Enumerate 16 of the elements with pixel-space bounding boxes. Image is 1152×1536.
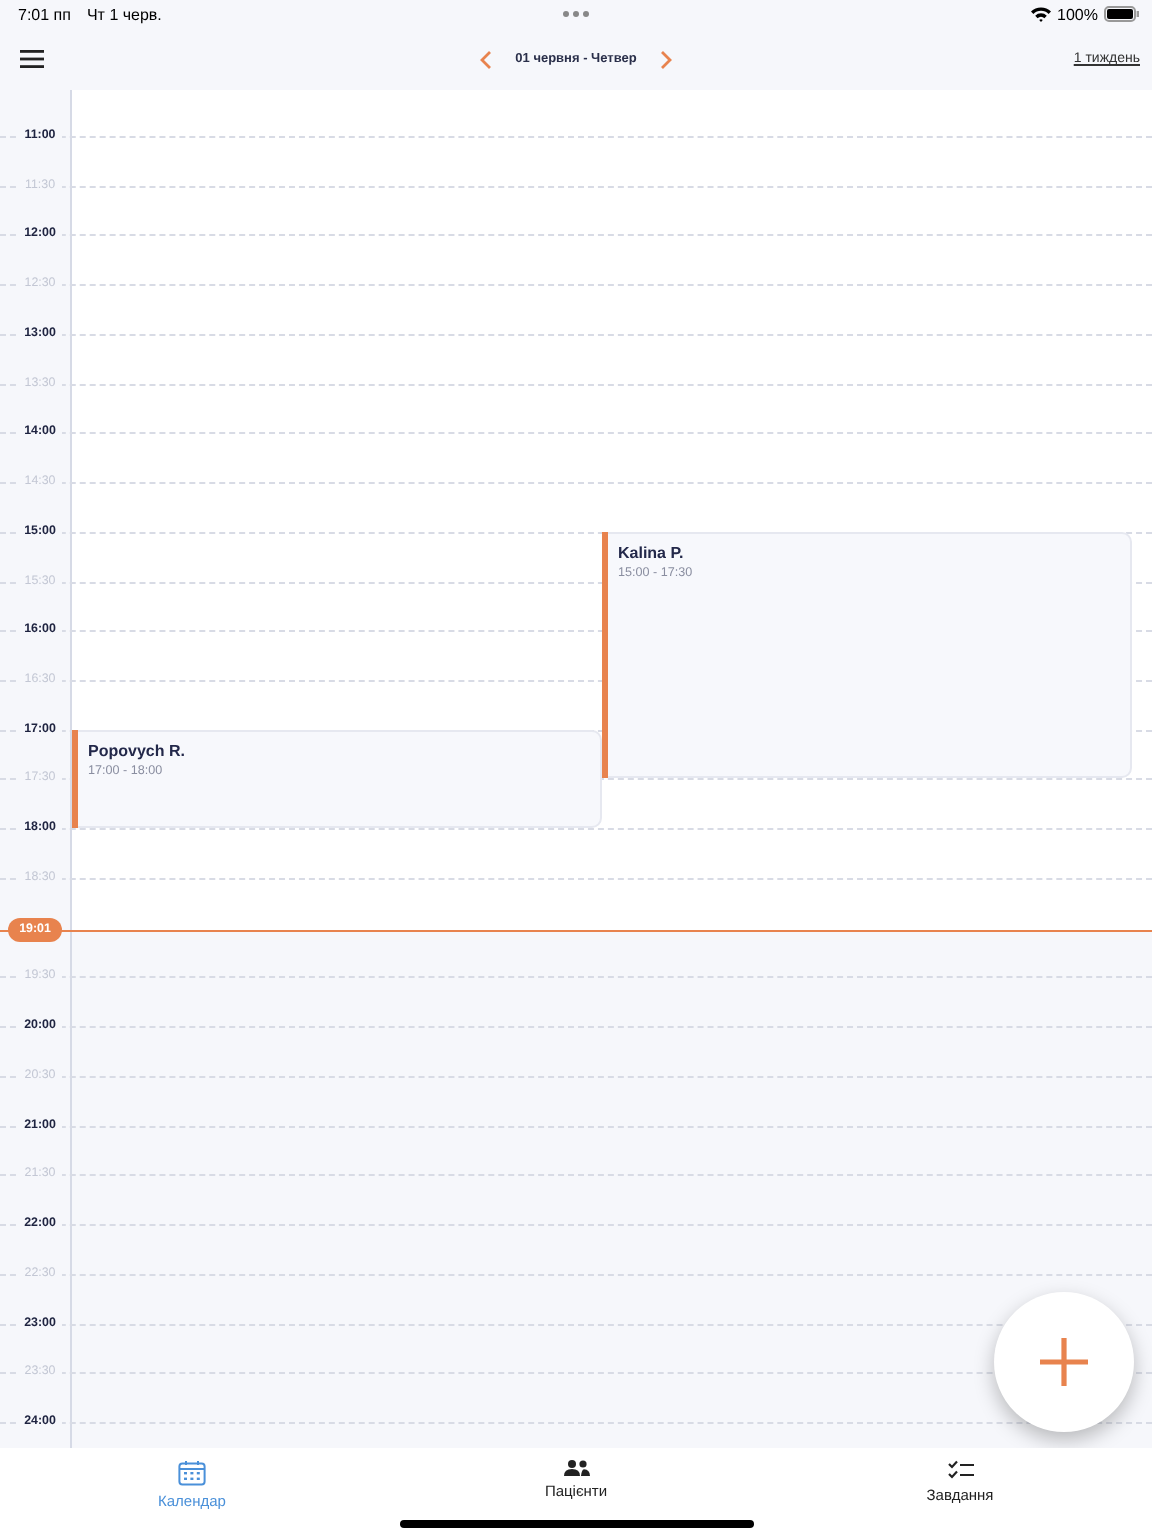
calendar-icon (178, 1460, 206, 1486)
event-color-bar (72, 729, 78, 829)
battery-icon (1104, 6, 1140, 22)
people-icon (563, 1460, 589, 1476)
multitasking-dots-icon[interactable] (562, 10, 590, 18)
patient-name: Kalina P. (618, 543, 684, 562)
chevron-right-icon[interactable] (660, 49, 673, 69)
checklist-icon (947, 1460, 973, 1480)
patient-name: Popovych R. (88, 741, 185, 760)
wifi-icon (1029, 6, 1052, 22)
menu-icon[interactable] (20, 50, 44, 68)
status-time: 7:01 пп (18, 5, 71, 23)
plus-icon (1038, 1336, 1090, 1388)
battery-percent: 100% (1057, 5, 1098, 23)
chevron-left-icon[interactable] (479, 49, 492, 69)
status-date: Чт 1 черв. (86, 5, 162, 23)
